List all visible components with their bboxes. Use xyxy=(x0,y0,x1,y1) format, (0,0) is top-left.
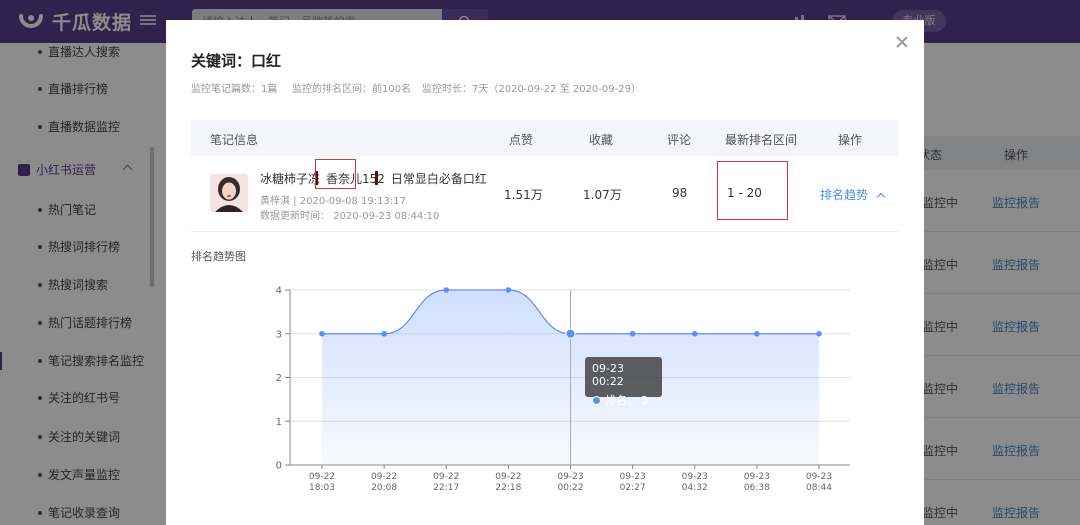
y-tick-label: 3 xyxy=(276,329,282,340)
data-point xyxy=(816,330,822,337)
y-tick-label: 0 xyxy=(276,461,282,472)
comments-value: 98 xyxy=(672,186,688,200)
rank-trend-chart[interactable]: 0123409-2218:0309-2220:0809-2222:1709-22… xyxy=(270,280,870,495)
x-tick-label-time: 06:38 xyxy=(744,483,770,493)
y-tick-label: 2 xyxy=(276,373,282,384)
notes-table-header: 笔记信息 点赞 收藏 评论 最新排名区间 操作 xyxy=(191,120,898,156)
meta-duration: 监控时长：7天（2020-09-22 至 2020-09-29） xyxy=(422,84,641,95)
meta-rank-range: 监控的排名区间：前100名 xyxy=(292,84,412,95)
note-title[interactable]: 冰糖柿子冻 香奈儿152 日常显白必备口红 xyxy=(260,170,487,187)
chart-tooltip: 09-23 00:22 排名: 3 xyxy=(585,357,662,407)
chevron-up-icon xyxy=(876,192,886,201)
x-tick-label-time: 04:32 xyxy=(682,483,708,493)
x-tick-label-time: 00:22 xyxy=(558,483,584,493)
close-icon[interactable] xyxy=(896,36,908,48)
rank-trend-link[interactable]: 排名趋势 xyxy=(820,186,886,203)
redaction-bar xyxy=(375,171,378,185)
tooltip-label: 排名: xyxy=(605,394,631,407)
modal-title: 关键词：口红 xyxy=(191,52,282,70)
data-point xyxy=(319,330,325,337)
data-point xyxy=(443,287,450,293)
y-tick-label: 4 xyxy=(276,286,282,297)
x-tick-label-date: 09-22 xyxy=(433,472,459,482)
collects-value: 1.07万 xyxy=(583,188,622,202)
x-tick-label-date: 09-22 xyxy=(309,472,335,482)
x-tick-label-time: 22:17 xyxy=(433,483,459,493)
y-tick-label: 1 xyxy=(276,417,282,428)
x-tick-label-date: 09-22 xyxy=(495,472,521,482)
tooltip-title: 09-23 00:22 xyxy=(592,362,624,388)
meta-notes-count: 监控笔记篇数：1篇 xyxy=(191,84,278,95)
tooltip-series-dot xyxy=(592,395,601,405)
data-point xyxy=(629,330,636,337)
col-comments: 评论 xyxy=(667,133,692,147)
rank-highlight-box xyxy=(717,161,788,220)
x-tick-label-date: 09-23 xyxy=(806,472,832,482)
x-tick-label-date: 09-23 xyxy=(682,472,708,482)
data-point xyxy=(754,330,760,337)
chart-label: 排名趋势图 xyxy=(191,250,246,263)
col-rank-range: 最新排名区间 xyxy=(725,133,798,147)
col-action: 操作 xyxy=(838,133,863,147)
note-updated-time: 数据更新时间： 2020-09-23 08:44:10 xyxy=(260,211,440,222)
data-point xyxy=(565,328,576,339)
avatar[interactable] xyxy=(210,174,248,212)
x-tick-label-time: 02:27 xyxy=(620,483,646,493)
x-tick-label-time: 22:18 xyxy=(495,483,521,493)
col-collects: 收藏 xyxy=(589,133,614,147)
likes-value: 1.51万 xyxy=(504,188,543,202)
x-tick-label-date: 09-22 xyxy=(371,472,397,482)
x-tick-label-time: 20:08 xyxy=(371,483,397,493)
col-likes: 点赞 xyxy=(509,133,534,147)
x-tick-label-date: 09-23 xyxy=(744,472,770,482)
note-author-time: 黄梓淇 | 2020-09-08 19:13:17 xyxy=(260,196,406,207)
highlight-box xyxy=(315,159,356,189)
col-note-info: 笔记信息 xyxy=(210,133,259,147)
tooltip-value: 3 xyxy=(640,393,648,407)
x-tick-label-time: 08:44 xyxy=(806,483,832,493)
data-point xyxy=(691,330,698,337)
data-point xyxy=(505,287,512,293)
x-tick-label-date: 09-23 xyxy=(557,472,583,482)
data-point xyxy=(381,330,387,337)
x-tick-label-date: 09-23 xyxy=(620,472,646,482)
x-tick-label-time: 18:03 xyxy=(309,483,335,493)
